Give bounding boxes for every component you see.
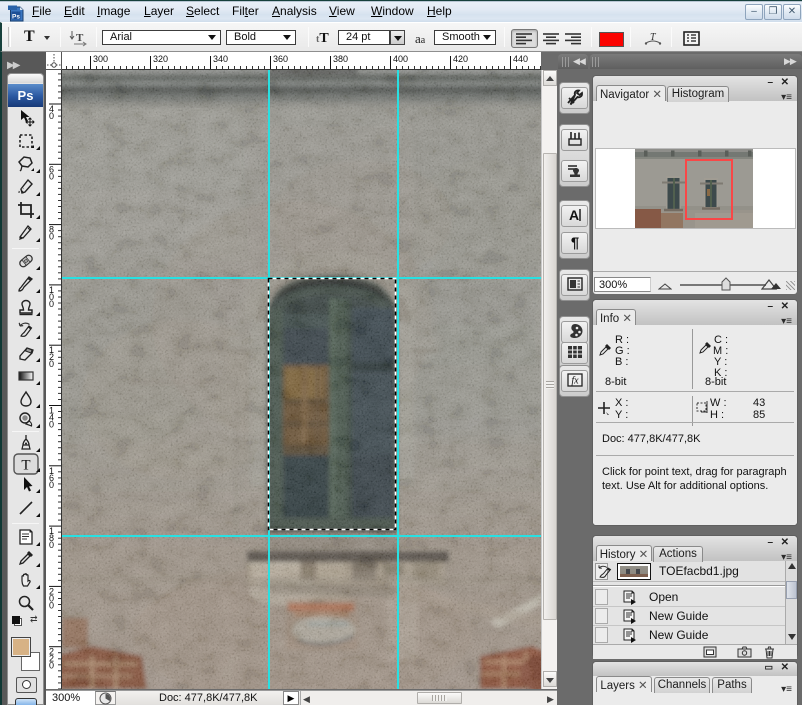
svg-text:320: 320	[153, 54, 168, 64]
svg-text:T: T	[21, 458, 30, 474]
svg-text:0: 0	[49, 232, 54, 242]
svg-text:0: 0	[49, 540, 54, 550]
svg-text:400: 400	[393, 54, 408, 64]
svg-text:0: 0	[49, 299, 54, 309]
svg-text:0: 0	[49, 359, 54, 369]
svg-text:fx: fx	[571, 376, 579, 387]
svg-text:0: 0	[49, 661, 54, 671]
svg-text:360: 360	[273, 54, 288, 64]
svg-text:0: 0	[49, 420, 54, 430]
svg-text:T: T	[76, 32, 84, 44]
svg-text:0: 0	[49, 600, 54, 610]
svg-text:420: 420	[453, 54, 468, 64]
svg-text:0: 0	[49, 111, 54, 121]
svg-text:Ps: Ps	[12, 13, 20, 20]
svg-text:440: 440	[513, 54, 528, 64]
svg-text:0: 0	[49, 171, 54, 181]
svg-text:300: 300	[93, 54, 108, 64]
svg-text:0: 0	[49, 480, 54, 490]
svg-text:340: 340	[213, 54, 228, 64]
svg-text:380: 380	[333, 54, 348, 64]
svg-text:A: A	[568, 207, 578, 223]
svg-text:¶: ¶	[570, 235, 578, 252]
